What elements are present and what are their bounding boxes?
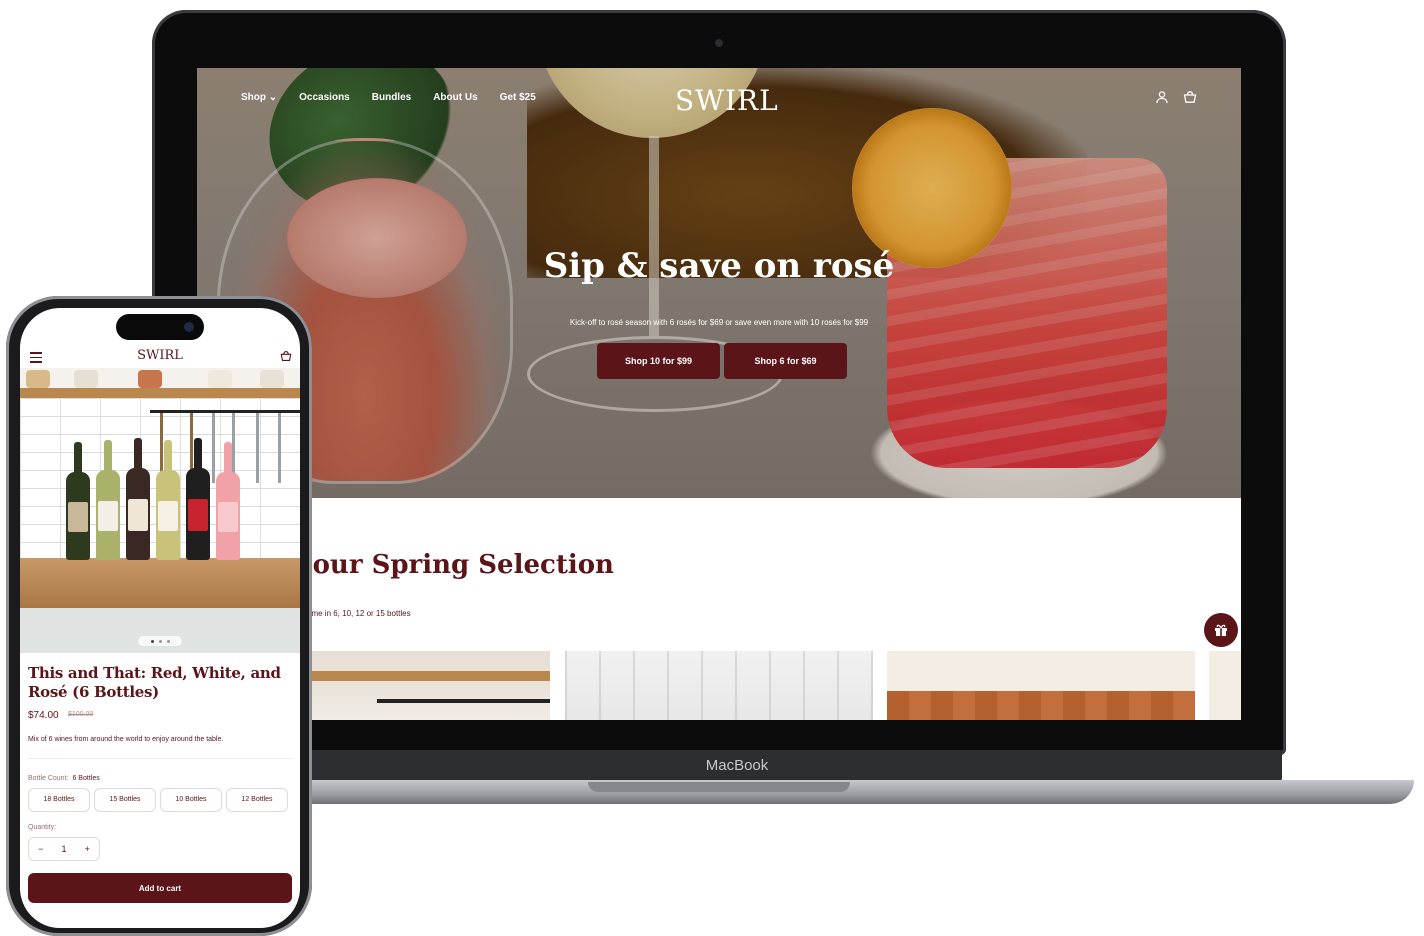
product-card-glasses[interactable] [565, 651, 873, 720]
bottle-options: 18 Bottles 15 Bottles 10 Bottles 12 Bott… [28, 788, 288, 812]
desktop-screen: Shop ⌄ Occasions Bundles About Us Get $2… [197, 68, 1241, 720]
mobile-screen: SWIRL This and That: Red, White, and Ros… [20, 308, 300, 928]
hero-subtitle: Kick-off to rosé season with 6 rosés for… [569, 318, 869, 327]
bottle-count-value: 6 Bottles [72, 775, 100, 782]
product-price: $74.00 [28, 710, 59, 721]
mobile-logo[interactable]: SWIRL [20, 348, 300, 363]
nav-bundles[interactable]: Bundles [372, 92, 411, 103]
laptop-notch [588, 782, 850, 792]
option-10-bottles[interactable]: 10 Bottles [160, 788, 222, 812]
add-to-cart-button[interactable]: Add to cart [28, 873, 292, 903]
section-title: e our Spring Selection [287, 550, 614, 580]
bottle-count-label: Bottle Count: [28, 775, 69, 782]
dynamic-island [116, 314, 204, 340]
nav-get-25[interactable]: Get $25 [500, 92, 536, 103]
quantity-input[interactable]: 1 [61, 844, 66, 854]
option-18-bottles[interactable]: 18 Bottles [28, 788, 90, 812]
shop-6-button[interactable]: Shop 6 for $69 [724, 343, 847, 379]
option-15-bottles[interactable]: 15 Bottles [94, 788, 156, 812]
cart-icon[interactable] [1183, 90, 1197, 104]
wine-bottle [186, 438, 210, 560]
wine-bottle [96, 440, 120, 560]
desktop-nav: Shop ⌄ Occasions Bundles About Us Get $2… [197, 68, 1241, 132]
product-card-kitchen[interactable] [307, 651, 550, 720]
compare-price: $100.00 [68, 711, 94, 718]
section-subtitle: ome in 6, 10, 12 or 15 bottles [307, 609, 411, 618]
gift-icon[interactable] [1204, 613, 1238, 647]
quantity-stepper: − 1 + [28, 837, 100, 861]
nav-about-us[interactable]: About Us [433, 92, 477, 103]
laptop-camera [715, 39, 723, 47]
wine-bottle [66, 442, 90, 560]
product-title: This and That: Red, White, and Rosé (6 B… [28, 664, 281, 701]
quantity-plus-button[interactable]: + [85, 844, 90, 854]
phone-frame: SWIRL This and That: Red, White, and Ros… [6, 296, 312, 936]
option-12-bottles[interactable]: 12 Bottles [226, 788, 288, 812]
product-image[interactable] [20, 368, 300, 653]
account-icon[interactable] [1155, 90, 1169, 104]
product-description: Mix of 6 wines from around the world to … [28, 736, 224, 743]
wine-bottle [126, 438, 150, 560]
laptop-label: MacBook [705, 757, 769, 774]
bottle-count: Bottle Count: 6 Bottles [28, 775, 100, 782]
quantity-label: Quantity: [28, 824, 57, 831]
carousel-dots[interactable] [138, 636, 182, 646]
shop-10-button[interactable]: Shop 10 for $99 [597, 343, 720, 379]
wine-bottle [156, 440, 180, 560]
divider [28, 758, 294, 759]
product-card-tiles[interactable] [887, 651, 1195, 720]
nav-occasions[interactable]: Occasions [299, 92, 350, 103]
nav-links: Shop ⌄ Occasions Bundles About Us Get $2… [241, 92, 536, 103]
product-card-partial[interactable] [1209, 651, 1241, 720]
hero-title: Sip & save on rosé [543, 246, 895, 286]
cart-icon[interactable] [280, 350, 292, 362]
laptop-chin: MacBook [192, 750, 1282, 782]
laptop-frame: Shop ⌄ Occasions Bundles About Us Get $2… [152, 10, 1286, 755]
nav-shop[interactable]: Shop ⌄ [241, 92, 277, 103]
wine-bottle [216, 442, 240, 560]
site-logo[interactable]: SWIRL [675, 84, 779, 117]
quantity-minus-button[interactable]: − [38, 844, 43, 854]
mobile-header: SWIRL [20, 348, 300, 368]
